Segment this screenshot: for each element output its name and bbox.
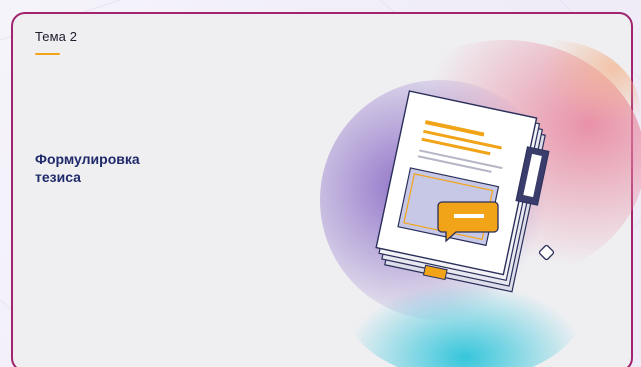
slide-title-line-2: тезиса	[35, 169, 81, 185]
topic-label: Тема 2	[35, 29, 78, 44]
slide-title-line-1: Формулировка	[35, 151, 140, 167]
screen: Тема 2 Формулировка тезиса	[0, 0, 641, 367]
slide-title: Формулировка тезиса	[35, 150, 235, 186]
document-with-comment-illustration	[320, 40, 641, 367]
topic-underline	[35, 53, 60, 55]
